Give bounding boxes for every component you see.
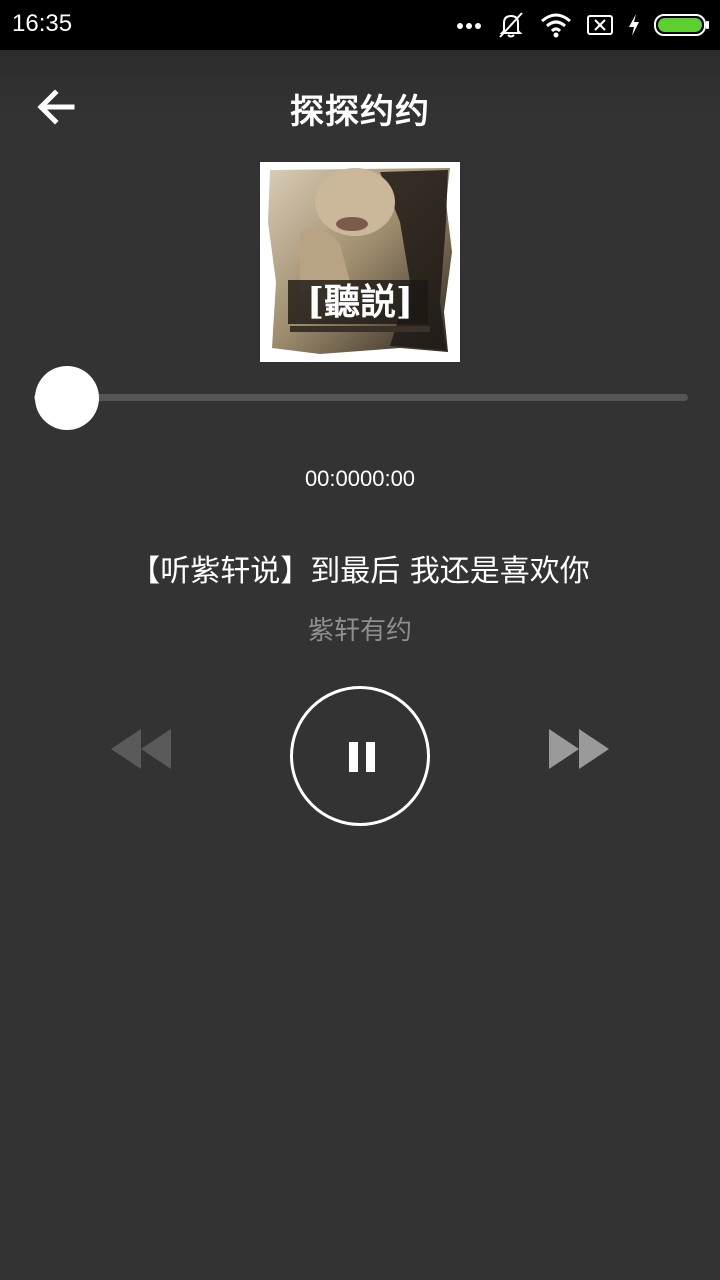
battery-icon [654, 14, 709, 36]
previous-button[interactable] [108, 726, 174, 772]
seek-track[interactable] [34, 394, 688, 401]
time-readout: 00:0000:00 [304, 466, 416, 491]
play-pause-button[interactable] [290, 686, 430, 826]
album-caption: [聽説] [307, 281, 413, 323]
song-title: 【听紫轩说】到最后 我还是喜欢你 [130, 554, 590, 589]
status-bar: 16:35 [0, 0, 720, 50]
page-title: 探探约约 [290, 92, 430, 132]
seek-thumb[interactable] [34, 366, 99, 430]
artist-name: 紫轩有约 [307, 616, 412, 646]
album-art-image: [聽説] [260, 162, 460, 362]
fast-forward-icon [549, 729, 609, 769]
seek-bar[interactable] [34, 362, 688, 432]
charging-icon [629, 14, 639, 36]
more-dots-icon [457, 23, 481, 29]
next-button[interactable] [546, 726, 612, 772]
rewind-icon [111, 729, 171, 769]
wifi-icon [541, 13, 571, 38]
album-cover: [聽説] [260, 162, 460, 362]
sim-off-icon [587, 15, 613, 35]
header: 探探约约 [0, 50, 720, 162]
muted-vibrate-icon [499, 12, 523, 38]
status-time: 16:35 [12, 10, 73, 37]
pause-icon [349, 742, 375, 772]
status-icons [456, 8, 710, 42]
